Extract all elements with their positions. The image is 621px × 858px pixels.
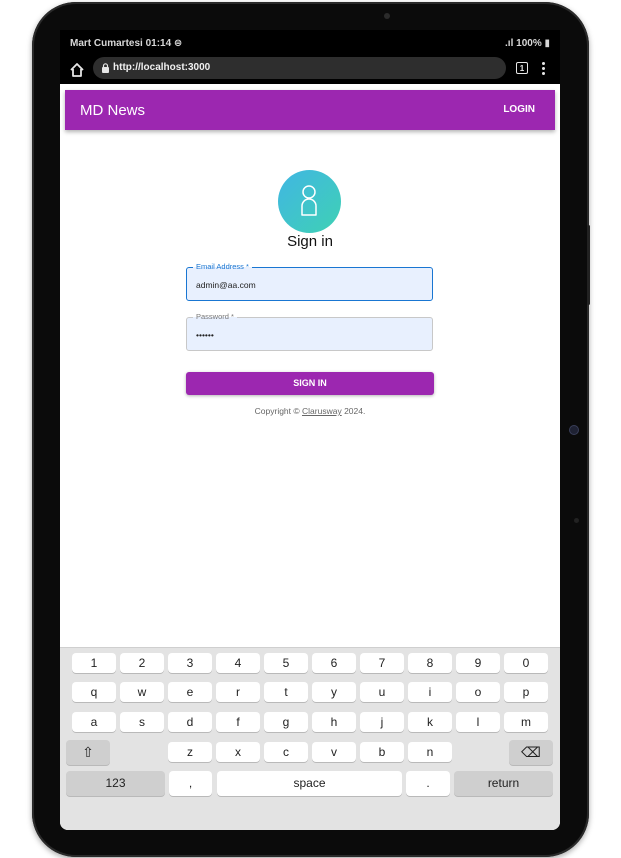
browser-toolbar: http://localhost:3000 1	[60, 56, 560, 84]
key-0[interactable]: 0	[504, 653, 548, 673]
key-4[interactable]: 4	[216, 653, 260, 673]
comma-key[interactable]: ,	[169, 771, 212, 796]
key-5[interactable]: 5	[264, 653, 308, 673]
key-l[interactable]: l	[456, 712, 500, 732]
sign-in-button[interactable]: SIGN IN	[186, 372, 434, 395]
key-7[interactable]: 7	[360, 653, 404, 673]
copyright: Copyright © Clarusway 2024.	[60, 406, 560, 416]
brand-title[interactable]: MD News	[80, 102, 145, 119]
key-f[interactable]: f	[216, 712, 260, 732]
screen: Mart Cumartesi 01:14 ⊜ .ıl 100% ▮ http:/…	[60, 30, 560, 830]
key-v[interactable]: v	[312, 742, 356, 762]
key-r[interactable]: r	[216, 682, 260, 702]
key-1[interactable]: 1	[72, 653, 116, 673]
key-h[interactable]: h	[312, 712, 356, 732]
on-screen-keyboard: 1234567890 qwertyuiop asdfghjklm zxcvbn …	[60, 647, 560, 830]
key-k[interactable]: k	[408, 712, 452, 732]
key-g[interactable]: g	[264, 712, 308, 732]
side-sensor	[574, 518, 579, 523]
avatar	[278, 170, 341, 233]
key-2[interactable]: 2	[120, 653, 164, 673]
key-w[interactable]: w	[120, 682, 164, 702]
key-i[interactable]: i	[408, 682, 452, 702]
key-z[interactable]: z	[168, 742, 212, 762]
key-j[interactable]: j	[360, 712, 404, 732]
key-3[interactable]: 3	[168, 653, 212, 673]
password-field[interactable]: Password * ••••••	[186, 312, 433, 351]
return-key[interactable]: return	[454, 771, 553, 796]
email-label: Email Address *	[193, 262, 252, 272]
key-s[interactable]: s	[120, 712, 164, 732]
key-6[interactable]: 6	[312, 653, 356, 673]
space-key[interactable]: space	[217, 771, 402, 796]
key-q[interactable]: q	[72, 682, 116, 702]
key-9[interactable]: 9	[456, 653, 500, 673]
lock-icon	[102, 63, 109, 73]
copyright-suffix: 2024.	[341, 406, 366, 416]
key-x[interactable]: x	[216, 742, 260, 762]
tabs-icon[interactable]: 1	[516, 62, 528, 74]
page-title: Sign in	[287, 233, 333, 250]
email-field[interactable]: Email Address * admin@aa.com	[186, 262, 433, 301]
key-p[interactable]: p	[504, 682, 548, 702]
more-menu-icon[interactable]	[540, 61, 546, 77]
person-icon	[301, 185, 317, 216]
key-t[interactable]: t	[264, 682, 308, 702]
key-e[interactable]: e	[168, 682, 212, 702]
key-d[interactable]: d	[168, 712, 212, 732]
backspace-key[interactable]: ⌫	[509, 740, 553, 765]
app-header: MD News LOGIN	[65, 90, 555, 130]
address-bar[interactable]: http://localhost:3000	[93, 57, 506, 79]
copyright-link[interactable]: Clarusway	[302, 406, 342, 416]
email-value: admin@aa.com	[196, 280, 256, 290]
password-label: Password *	[193, 312, 237, 322]
key-n[interactable]: n	[408, 742, 452, 762]
key-8[interactable]: 8	[408, 653, 452, 673]
key-c[interactable]: c	[264, 742, 308, 762]
status-time: Mart Cumartesi 01:14 ⊜	[70, 38, 183, 49]
home-icon[interactable]	[68, 61, 86, 79]
key-o[interactable]: o	[456, 682, 500, 702]
password-value: ••••••	[196, 330, 214, 340]
url-text: http://localhost:3000	[113, 62, 211, 73]
front-camera	[384, 13, 390, 19]
key-y[interactable]: y	[312, 682, 356, 702]
copyright-prefix: Copyright ©	[254, 406, 303, 416]
period-key[interactable]: .	[406, 771, 450, 796]
numbers-key[interactable]: 123	[66, 771, 165, 796]
side-button	[587, 225, 590, 305]
key-m[interactable]: m	[504, 712, 548, 732]
key-b[interactable]: b	[360, 742, 404, 762]
login-button[interactable]: LOGIN	[503, 104, 535, 115]
key-a[interactable]: a	[72, 712, 116, 732]
key-u[interactable]: u	[360, 682, 404, 702]
status-battery: .ıl 100% ▮	[505, 38, 550, 49]
status-bar: Mart Cumartesi 01:14 ⊜ .ıl 100% ▮	[60, 30, 560, 56]
side-camera	[570, 426, 578, 434]
shift-key[interactable]: ⇧	[66, 740, 110, 765]
